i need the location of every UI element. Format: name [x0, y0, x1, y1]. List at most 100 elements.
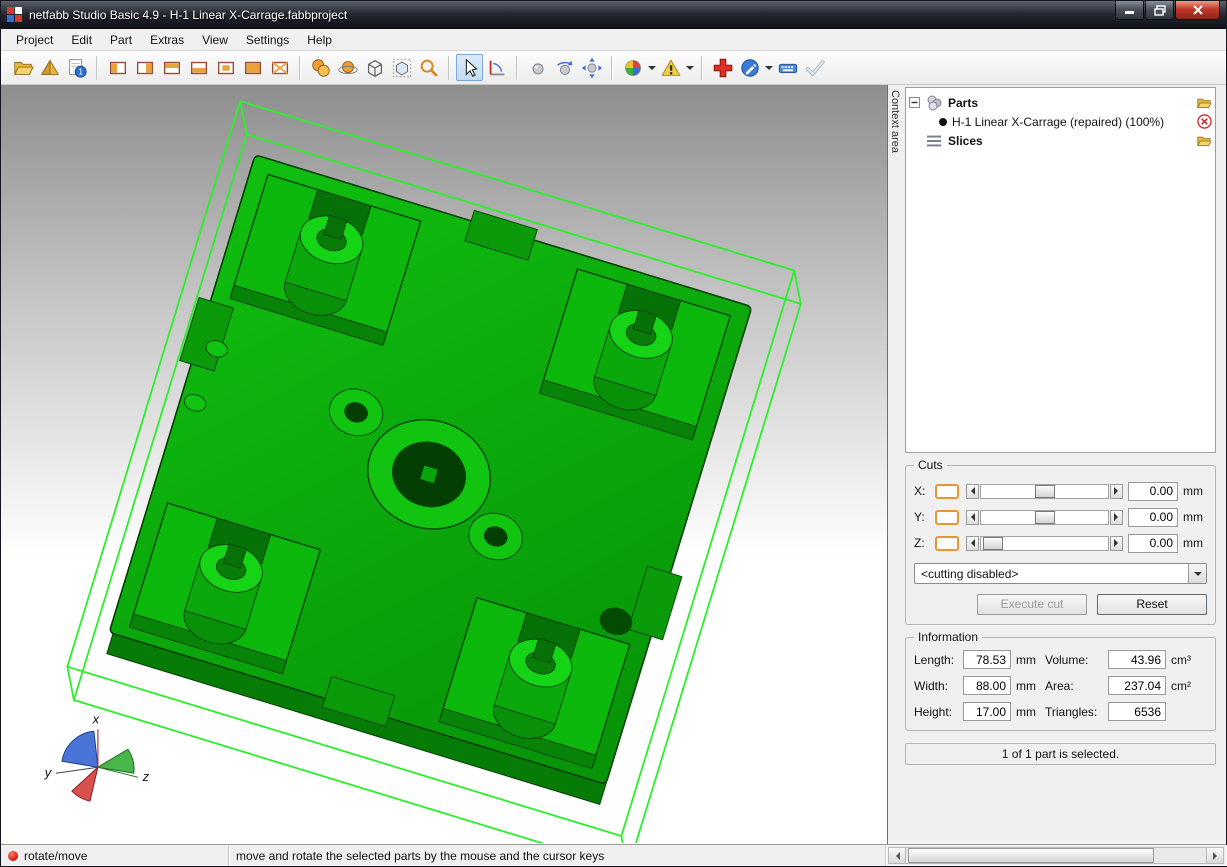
- menu-edit[interactable]: Edit: [62, 30, 101, 50]
- combo-dropdown-icon[interactable]: [1188, 564, 1206, 583]
- collapse-toggle-icon[interactable]: [909, 97, 920, 108]
- scroll-right-icon[interactable]: [1206, 848, 1223, 863]
- slider-right-arrow-icon[interactable]: [1110, 510, 1123, 525]
- part-visibility-icon[interactable]: [939, 118, 947, 126]
- add-part-button[interactable]: [36, 54, 63, 81]
- platform-view-1-button[interactable]: [104, 54, 131, 81]
- reset-button[interactable]: Reset: [1097, 594, 1207, 615]
- slider-left-arrow-icon[interactable]: [966, 536, 979, 551]
- add-part-icon: [39, 57, 61, 79]
- cut-y-slider[interactable]: [966, 510, 1123, 525]
- menu-extras[interactable]: Extras: [141, 30, 193, 50]
- menu-bar: Project Edit Part Extras View Settings H…: [1, 29, 1226, 51]
- area-value[interactable]: [1108, 676, 1166, 695]
- maximize-button[interactable]: [1145, 1, 1174, 20]
- model-scene[interactable]: x y z: [1, 85, 887, 843]
- status-hint: move and rotate the selected parts by th…: [236, 849, 604, 863]
- scrollbar-thumb[interactable]: [908, 848, 1154, 863]
- move-part-button[interactable]: [578, 54, 605, 81]
- slider-right-arrow-icon[interactable]: [1110, 536, 1123, 551]
- cut-y-thumb[interactable]: [1035, 511, 1055, 524]
- analysis-button[interactable]: [657, 54, 684, 81]
- slider-right-arrow-icon[interactable]: [1110, 484, 1123, 499]
- show-parts-button[interactable]: [307, 54, 334, 81]
- apply-button[interactable]: [801, 54, 828, 81]
- tree-row-part[interactable]: H-1 Linear X-Carrage (repaired) (100%): [909, 112, 1212, 131]
- rotate-part-button[interactable]: [551, 54, 578, 81]
- toolbar-separator: [701, 56, 703, 80]
- cut-x-thumb[interactable]: [1035, 485, 1055, 498]
- toolbar-separator: [516, 56, 518, 80]
- height-value[interactable]: [963, 702, 1011, 721]
- viewport-3d[interactable]: x y z: [1, 85, 888, 844]
- tree-row-parts[interactable]: Parts: [909, 93, 1212, 112]
- selection-text: 1 of 1 part is selected.: [1002, 747, 1119, 761]
- scroll-left-icon[interactable]: [889, 848, 906, 863]
- platform-view-7-button[interactable]: [266, 54, 293, 81]
- slider-left-arrow-icon[interactable]: [966, 484, 979, 499]
- cut-x-value[interactable]: [1128, 482, 1178, 501]
- triangles-value[interactable]: [1108, 702, 1166, 721]
- menu-part[interactable]: Part: [101, 30, 141, 50]
- zoom-button[interactable]: [415, 54, 442, 81]
- edit-part-button[interactable]: [736, 54, 763, 81]
- title-bar[interactable]: netfabb Studio Basic 4.9 - H-1 Linear X-…: [1, 1, 1226, 29]
- color-view-dropdown[interactable]: [646, 54, 657, 81]
- width-value[interactable]: [963, 676, 1011, 695]
- edit-part-dropdown[interactable]: [763, 54, 774, 81]
- fit-view-button[interactable]: [334, 54, 361, 81]
- cut-y-track[interactable]: [980, 510, 1109, 525]
- scale-part-button[interactable]: [524, 54, 551, 81]
- project-info-button[interactable]: 1: [63, 54, 90, 81]
- keyboard-input-button[interactable]: [774, 54, 801, 81]
- menu-help[interactable]: Help: [298, 30, 341, 50]
- platform-view-6-button[interactable]: [239, 54, 266, 81]
- minimize-button[interactable]: [1115, 1, 1144, 20]
- scrollbar-track[interactable]: [906, 848, 1206, 863]
- selected-part-model[interactable]: [59, 101, 810, 843]
- analysis-dropdown[interactable]: [684, 54, 695, 81]
- menu-project[interactable]: Project: [7, 30, 62, 50]
- color-view-button[interactable]: [619, 54, 646, 81]
- cut-z-slider[interactable]: [966, 536, 1123, 551]
- parts-folder-icon[interactable]: [1196, 96, 1212, 110]
- part-name[interactable]: H-1 Linear X-Carrage (repaired) (100%): [952, 115, 1164, 129]
- cutting-mode-select[interactable]: <cutting disabled>: [914, 563, 1207, 584]
- bounding-box-button[interactable]: [388, 54, 415, 81]
- platform-view-5-button[interactable]: [212, 54, 239, 81]
- cut-x-slider[interactable]: [966, 484, 1123, 499]
- menu-view[interactable]: View: [193, 30, 237, 50]
- cut-y-toggle[interactable]: [935, 510, 959, 525]
- cut-z-thumb[interactable]: [983, 537, 1003, 550]
- volume-value[interactable]: [1108, 650, 1166, 669]
- wireframe-box-icon: [364, 57, 386, 79]
- close-button[interactable]: [1175, 1, 1220, 20]
- remove-part-icon[interactable]: [1197, 114, 1212, 129]
- platform-view-7-icon: [269, 57, 291, 79]
- slider-left-arrow-icon[interactable]: [966, 510, 979, 525]
- platform-view-4-button[interactable]: [185, 54, 212, 81]
- length-value[interactable]: [963, 650, 1011, 669]
- platform-view-2-button[interactable]: [131, 54, 158, 81]
- horizontal-scrollbar[interactable]: [888, 847, 1224, 864]
- cut-x-track[interactable]: [980, 484, 1109, 499]
- cut-z-toggle[interactable]: [935, 536, 959, 551]
- cut-z-track[interactable]: [980, 536, 1109, 551]
- select-tool-button[interactable]: [456, 54, 483, 81]
- open-project-button[interactable]: [9, 54, 36, 81]
- menu-settings[interactable]: Settings: [237, 30, 298, 50]
- cut-x-toggle[interactable]: [935, 484, 959, 499]
- parts-label[interactable]: Parts: [948, 96, 978, 110]
- cut-z-value[interactable]: [1128, 534, 1178, 553]
- slices-folder-icon[interactable]: [1196, 134, 1212, 148]
- transform-tool-icon: [486, 57, 508, 79]
- platform-view-3-button[interactable]: [158, 54, 185, 81]
- cut-y-value[interactable]: [1128, 508, 1178, 527]
- repair-button[interactable]: [709, 54, 736, 81]
- tree-row-slices[interactable]: Slices: [909, 131, 1212, 150]
- slices-label[interactable]: Slices: [948, 134, 983, 148]
- transform-tool-button[interactable]: [483, 54, 510, 81]
- wireframe-box-button[interactable]: [361, 54, 388, 81]
- triangles-label: Triangles:: [1045, 705, 1103, 719]
- execute-cut-button[interactable]: Execute cut: [977, 594, 1087, 615]
